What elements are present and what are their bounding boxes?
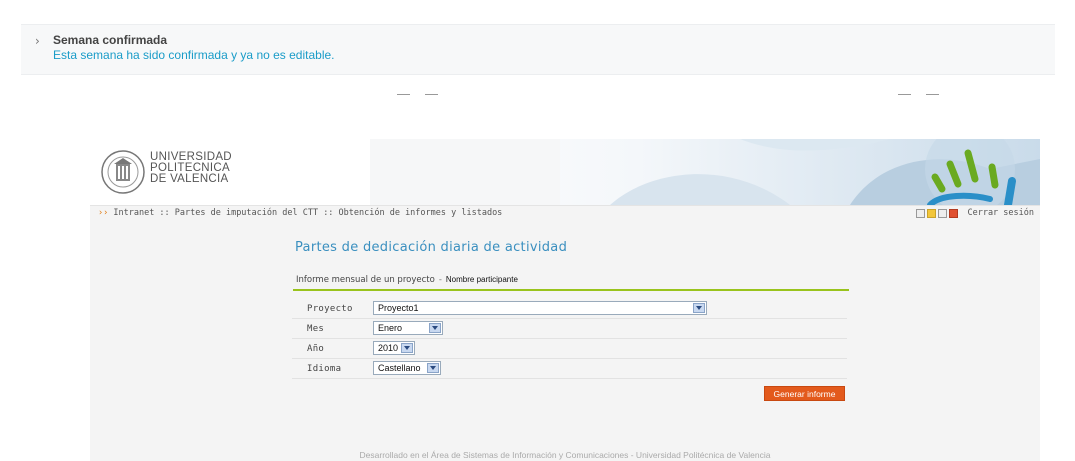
logo-line: DE VALENCIA: [150, 173, 229, 185]
year-select[interactable]: 2010: [373, 341, 415, 355]
es-icon[interactable]: [916, 209, 925, 218]
notice-title: Semana confirmada: [53, 33, 168, 47]
form-row-year: Año 2010: [292, 339, 847, 359]
notice-message: Esta semana ha sido confirmada y ya no e…: [53, 48, 335, 62]
project-select-value: Proyecto1: [378, 303, 419, 313]
participant-name: Nombre participante: [445, 275, 518, 284]
project-select[interactable]: Proyecto1: [373, 301, 707, 315]
app-header: UNIVERSIDAD POLITECNICA DE VALENCIA: [90, 139, 1040, 205]
subtitle-separator: -: [438, 275, 442, 285]
page-subtitle: Informe mensual de un proyecto - Nombre pa…: [296, 275, 518, 285]
chevron-down-icon[interactable]: [429, 323, 441, 333]
chevron-down-icon[interactable]: [693, 303, 705, 313]
form-row-language: Idioma Castellano: [292, 359, 847, 379]
breadcrumb-arrow-icon: ››: [98, 208, 109, 218]
project-label: Proyecto: [307, 304, 353, 314]
header-decoration: [370, 139, 1040, 205]
university-name: UNIVERSIDAD POLITECNICA DE VALENCIA: [150, 151, 232, 185]
language-label: Idioma: [307, 364, 342, 374]
year-label: Año: [307, 344, 325, 354]
breadcrumb: ›› Intranet :: Partes de imputación del …: [98, 208, 502, 218]
footer-text: Desarrollado en el Área de Sistemas de I…: [359, 450, 771, 460]
home-icon[interactable]: [927, 209, 936, 218]
breadcrumb-bar: ›› Intranet :: Partes de imputación del …: [90, 205, 1040, 223]
divider: [926, 94, 939, 95]
year-select-value: 2010: [378, 343, 399, 353]
divider: [425, 94, 438, 95]
generate-report-button[interactable]: Generar informe: [764, 386, 845, 401]
chevron-down-icon[interactable]: [401, 343, 413, 353]
month-select-value: Enero: [378, 323, 403, 333]
divider: [898, 94, 911, 95]
divider: [397, 94, 410, 95]
form-row-project: Proyecto Proyecto1: [292, 299, 847, 319]
form-row-month: Mes Enero: [292, 319, 847, 339]
language-select-value: Castellano: [378, 363, 421, 373]
breadcrumb-text[interactable]: Intranet :: Partes de imputación del CTT…: [113, 208, 502, 218]
subtitle-text: Informe mensual de un proyecto: [296, 275, 435, 285]
university-seal-logo: [101, 150, 145, 194]
embedded-app-screenshot: UNIVERSIDAD POLITECNICA DE VALENCIA ›› I…: [90, 139, 1040, 461]
language-select[interactable]: Castellano: [373, 361, 441, 375]
chevron-right-icon: ›: [35, 34, 40, 48]
logout-link[interactable]: Cerrar sesión: [967, 208, 1034, 218]
month-select[interactable]: Enero: [373, 321, 443, 335]
lock-icon[interactable]: [949, 209, 958, 218]
header-icon-group: [916, 209, 958, 218]
section-divider: [293, 289, 849, 291]
print-icon[interactable]: [938, 209, 947, 218]
page-title: Partes de dedicación diaria de actividad: [295, 240, 568, 255]
chevron-down-icon[interactable]: [427, 363, 439, 373]
confirmed-week-notice: › Semana confirmada Esta semana ha sido …: [21, 24, 1055, 75]
month-label: Mes: [307, 324, 325, 334]
main-content: Partes de dedicación diaria de actividad…: [90, 222, 1040, 461]
